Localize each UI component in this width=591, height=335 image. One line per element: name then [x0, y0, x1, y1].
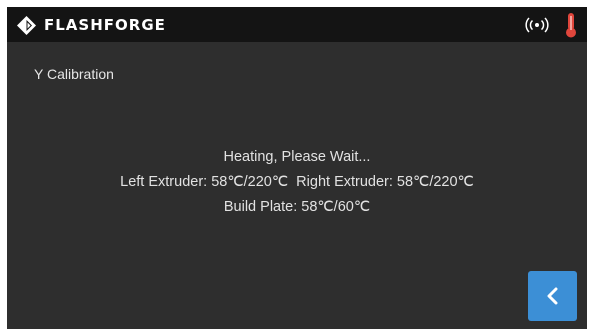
heating-message: Heating, Please Wait... [223, 149, 371, 165]
chevron-left-icon [547, 287, 557, 305]
printer-screen: FLASHFORGE Y Calibration Heating, Please… [7, 7, 587, 329]
thermometer-icon[interactable] [564, 11, 578, 39]
back-button[interactable] [528, 271, 577, 321]
heating-status: Heating, Please Wait... Left Extruder: 5… [7, 145, 587, 220]
extruder-temperatures: Left Extruder: 58℃/220℃ Right Extruder: … [120, 174, 474, 190]
page-title: Y Calibration [34, 66, 114, 82]
wifi-signal-icon [525, 17, 549, 33]
build-plate-temperature: Build Plate: 58℃/60℃ [223, 199, 371, 215]
top-bar: FLASHFORGE [7, 7, 587, 42]
brand-name: FLASHFORGE [44, 16, 166, 34]
flashforge-logo-icon [17, 15, 36, 35]
brand-logo: FLASHFORGE [16, 13, 166, 37]
